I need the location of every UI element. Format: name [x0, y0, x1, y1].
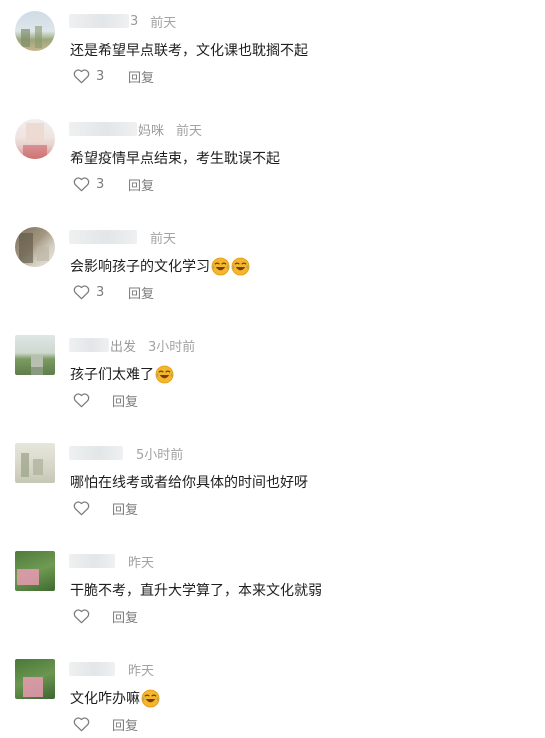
like-count: 3 [96, 68, 105, 84]
user-row: 5小时前 [69, 444, 184, 463]
blurred-username[interactable] [69, 122, 137, 136]
comment-actions: 回复 [73, 714, 138, 734]
comment-actions: 3 回复 [73, 282, 154, 302]
avatar[interactable] [15, 227, 55, 267]
user-row: 出发 3小时前 [69, 336, 196, 355]
laugh-cry-emoji-icon [211, 257, 230, 276]
reply-button[interactable]: 回复 [112, 391, 138, 410]
reply-button[interactable]: 回复 [112, 499, 138, 518]
like-count: 3 [96, 284, 105, 300]
username-tail[interactable]: 3 [130, 14, 138, 29]
avatar[interactable] [15, 659, 55, 699]
comment-text-content: 会影响孩子的文化学习 [70, 259, 210, 275]
user-row: 昨天 [69, 552, 155, 571]
heart-outline-icon[interactable] [73, 68, 90, 84]
comment-time: 前天 [176, 123, 203, 139]
avatar[interactable] [15, 119, 55, 159]
avatar[interactable] [15, 335, 55, 375]
comment-item: 昨天 文化咋办嘛 回复 [0, 648, 545, 738]
username-tail[interactable]: 出发 [110, 336, 136, 355]
blurred-username[interactable] [69, 446, 123, 460]
comment-time: 前天 [150, 15, 177, 31]
comment-text: 哪怕在线考或者给你具体的时间也好呀 [70, 472, 308, 492]
reply-button[interactable]: 回复 [112, 607, 138, 626]
heart-outline-icon[interactable] [73, 608, 90, 624]
laugh-cry-emoji-icon [141, 689, 160, 708]
comment-time: 5小时前 [136, 447, 184, 463]
laugh-cry-emoji-icon [155, 365, 174, 384]
comment-actions: 回复 [73, 390, 138, 410]
comment-text: 文化咋办嘛 [70, 688, 160, 708]
heart-outline-icon[interactable] [73, 284, 90, 300]
comment-text-content: 还是希望早点联考，文化课也耽搁不起 [70, 43, 308, 59]
comment-text-content: 哪怕在线考或者给你具体的时间也好呀 [70, 475, 308, 491]
comment-time: 昨天 [128, 555, 155, 571]
comment-time: 昨天 [128, 663, 155, 679]
comment-text-content: 孩子们太难了 [70, 367, 154, 383]
user-row: 昨天 [69, 660, 155, 679]
comment-text: 干脆不考，直升大学算了，本来文化就弱 [70, 580, 322, 600]
comment-item: 出发 3小时前 孩子们太难了 回复 [0, 324, 545, 432]
comment-text: 孩子们太难了 [70, 364, 174, 384]
comment-item: 3 前天 还是希望早点联考，文化课也耽搁不起 3 回复 [0, 0, 545, 108]
comment-item: 昨天 干脆不考，直升大学算了，本来文化就弱 回复 [0, 540, 545, 648]
reply-button[interactable]: 回复 [128, 175, 154, 194]
avatar[interactable] [15, 551, 55, 591]
user-row: 妈咪 前天 [69, 120, 203, 139]
blurred-username[interactable] [69, 338, 109, 352]
comment-item: 前天 会影响孩子的文化学习 3 回复 [0, 216, 545, 324]
reply-button[interactable]: 回复 [112, 715, 138, 734]
blurred-username[interactable] [69, 230, 137, 244]
heart-outline-icon[interactable] [73, 176, 90, 192]
comment-item: 5小时前 哪怕在线考或者给你具体的时间也好呀 回复 [0, 432, 545, 540]
blurred-username[interactable] [69, 662, 115, 676]
blurred-username[interactable] [69, 14, 129, 28]
comment-text: 希望疫情早点结束，考生耽误不起 [70, 148, 280, 168]
avatar[interactable] [15, 11, 55, 51]
comment-item: 妈咪 前天 希望疫情早点结束，考生耽误不起 3 回复 [0, 108, 545, 216]
comment-text-content: 干脆不考，直升大学算了，本来文化就弱 [70, 583, 322, 599]
blurred-username[interactable] [69, 554, 115, 568]
comment-text: 还是希望早点联考，文化课也耽搁不起 [70, 40, 308, 60]
comment-text-content: 希望疫情早点结束，考生耽误不起 [70, 151, 280, 167]
avatar[interactable] [15, 443, 55, 483]
username-tail[interactable]: 妈咪 [138, 120, 164, 139]
comment-actions: 3 回复 [73, 174, 154, 194]
comment-time: 前天 [150, 231, 177, 247]
comment-actions: 回复 [73, 498, 138, 518]
comment-actions: 回复 [73, 606, 138, 626]
comment-actions: 3 回复 [73, 66, 154, 86]
reply-button[interactable]: 回复 [128, 283, 154, 302]
user-row: 3 前天 [69, 12, 177, 31]
comment-time: 3小时前 [148, 339, 196, 355]
reply-button[interactable]: 回复 [128, 67, 154, 86]
comment-text: 会影响孩子的文化学习 [70, 256, 250, 276]
user-row: 前天 [69, 228, 177, 247]
like-count: 3 [96, 176, 105, 192]
heart-outline-icon[interactable] [73, 500, 90, 516]
heart-outline-icon[interactable] [73, 392, 90, 408]
heart-outline-icon[interactable] [73, 716, 90, 732]
laugh-cry-emoji-icon [231, 257, 250, 276]
comment-text-content: 文化咋办嘛 [70, 691, 140, 707]
